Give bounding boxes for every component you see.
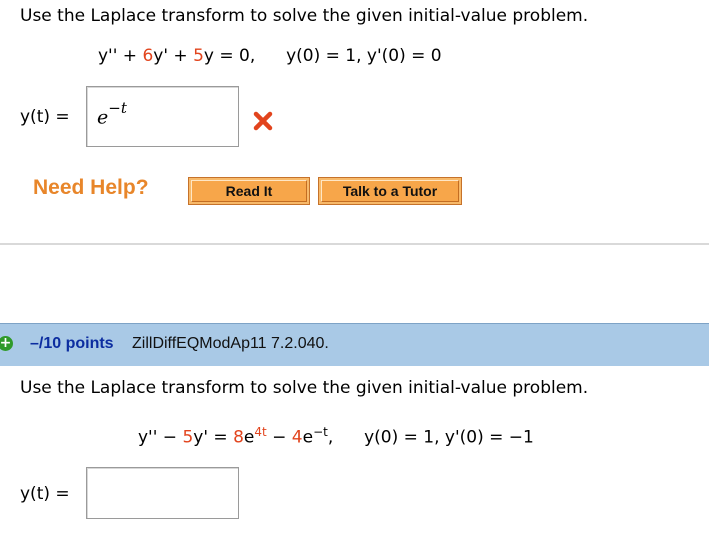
eq1-conditions: y(0) = 1, y'(0) = 0 — [286, 46, 442, 66]
answer1-input[interactable]: e−t — [86, 86, 239, 147]
question-divider — [0, 243, 709, 245]
eq2-part-a: y'' − — [138, 427, 183, 448]
eq2-conditions: y(0) = 1, y'(0) = −1 — [364, 427, 534, 448]
eq2-term1-coef: 8 — [233, 427, 244, 448]
answer1-label: y(t) = — [20, 107, 70, 127]
question2-equation: y'' − 5y' = 8e4t − 4e−t, y(0) = 1, y'(0)… — [138, 425, 534, 448]
x-mark-icon — [253, 111, 273, 131]
question2-prompt: Use the Laplace transform to solve the g… — [20, 378, 589, 398]
eq2-minus: − — [266, 427, 292, 448]
eq2-term2-base: e — [302, 427, 314, 448]
question2-header: + –/10 points ZillDiffEQModAp11 7.2.040. — [0, 323, 709, 366]
eq1-part-a: y'' + — [98, 46, 143, 66]
eq1-part-c: y = 0, — [203, 46, 256, 66]
answer1-base: e — [97, 106, 109, 129]
eq2-part-b: y' = — [193, 427, 234, 448]
read-it-label: Read It — [191, 180, 307, 202]
eq2-term2-coef: 4 — [291, 427, 303, 448]
eq2-term2-exp: −t — [313, 425, 328, 439]
eq1-coef2: 5 — [193, 46, 204, 66]
question2-points: –/10 points — [30, 335, 114, 352]
read-it-button[interactable]: Read It — [188, 177, 310, 205]
eq2-comma: , — [327, 427, 334, 448]
answer2-label: y(t) = — [20, 484, 70, 504]
answer1-value: e−t — [97, 99, 127, 129]
question1-equation: y'' + 6y' + 5y = 0, y(0) = 1, y'(0) = 0 — [98, 46, 442, 66]
talk-to-tutor-button[interactable]: Talk to a Tutor — [318, 177, 462, 205]
eq2-term1-base: e — [243, 427, 255, 448]
question1-prompt: Use the Laplace transform to solve the g… — [20, 6, 589, 26]
eq2-term1-exp: 4t — [254, 425, 267, 439]
plus-icon[interactable]: + — [0, 336, 13, 351]
answer1-exponent: −t — [108, 99, 127, 117]
eq2-coef1: 5 — [182, 427, 194, 448]
talk-to-tutor-label: Talk to a Tutor — [321, 180, 459, 202]
question2-id: ZillDiffEQModAp11 7.2.040. — [132, 335, 329, 352]
need-help-title: Need Help? — [33, 176, 149, 199]
answer2-input[interactable] — [86, 467, 239, 519]
eq1-part-b: y' + — [153, 46, 194, 66]
eq1-coef1: 6 — [142, 46, 154, 66]
